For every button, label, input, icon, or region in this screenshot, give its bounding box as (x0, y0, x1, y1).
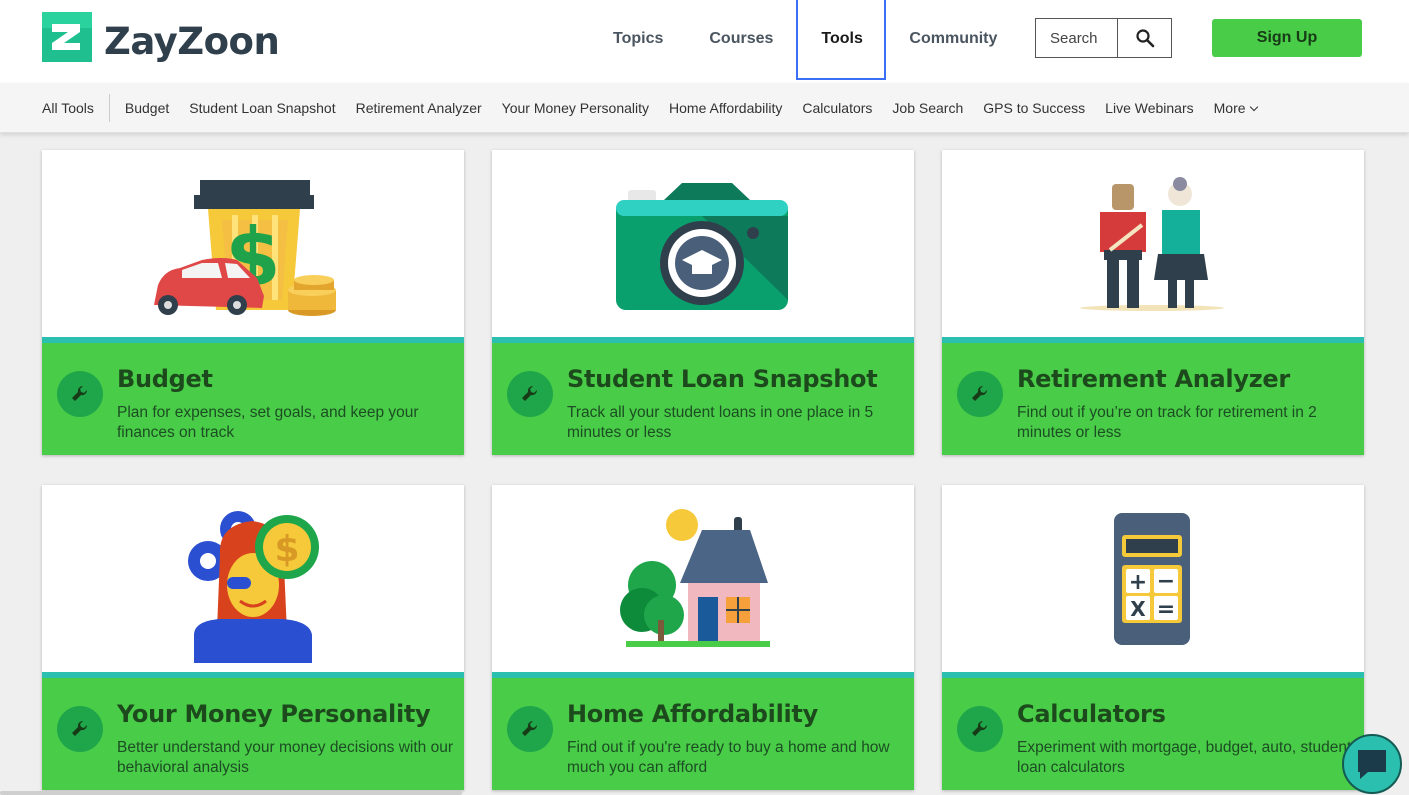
subnav-calculators[interactable]: Calculators (802, 100, 872, 116)
subnav-budget[interactable]: Budget (125, 100, 169, 116)
card-description: Find out if you're ready to buy a home a… (567, 739, 890, 776)
brand-name: ZayZoon (104, 20, 280, 63)
retirees-illustration (942, 150, 1364, 337)
wrench-icon (957, 706, 1003, 752)
search-button[interactable] (1118, 19, 1171, 57)
card-title: Home Affordability (567, 700, 818, 728)
card-description: Experiment with mortgage, budget, auto, … (1017, 739, 1352, 776)
tool-card-home-affordability[interactable]: Home Affordability Find out if you're re… (492, 485, 914, 790)
more-label: More (1213, 100, 1246, 116)
card-body: Budget Plan for expenses, set goals, and… (42, 343, 464, 455)
chat-button[interactable] (1342, 734, 1402, 794)
card-body: Calculators Experiment with mortgage, bu… (942, 678, 1364, 790)
subnav-job-search[interactable]: Job Search (892, 100, 963, 116)
wrench-icon (57, 371, 103, 417)
svg-text:$: $ (274, 529, 299, 570)
budget-illustration: $ (42, 150, 464, 337)
camera-illustration (492, 150, 914, 337)
subnav-money-personality[interactable]: Your Money Personality (502, 100, 649, 116)
house-illustration (492, 485, 914, 672)
card-body: Your Money Personality Better understand… (42, 678, 464, 790)
card-body: Retirement Analyzer Find out if you’re o… (942, 343, 1364, 455)
calculator-illustration: + − X = (942, 485, 1364, 672)
logo-mark-icon (42, 11, 92, 62)
subnav-more[interactable]: More (1213, 100, 1258, 116)
subnav-retirement-analyzer[interactable]: Retirement Analyzer (356, 100, 482, 116)
card-title: Calculators (1017, 700, 1166, 728)
card-body: Home Affordability Find out if you're re… (492, 678, 914, 790)
personality-illustration: $ (42, 485, 464, 672)
subnav-home-affordability[interactable]: Home Affordability (669, 100, 782, 116)
subnav-live-webinars[interactable]: Live Webinars (1105, 100, 1193, 116)
tool-card-retirement-analyzer[interactable]: Retirement Analyzer Find out if you’re o… (942, 150, 1364, 455)
nav-courses[interactable]: Courses (686, 0, 796, 80)
tool-card-calculators[interactable]: + − X = Calculators Experiment with mort… (942, 485, 1364, 790)
subnav-gps-to-success[interactable]: GPS to Success (983, 100, 1085, 116)
sign-up-button[interactable]: Sign Up (1212, 19, 1362, 57)
svg-text:+: + (1129, 570, 1147, 595)
horizontal-scrollbar[interactable] (0, 791, 462, 795)
card-title: Retirement Analyzer (1017, 365, 1290, 393)
nav-community[interactable]: Community (886, 0, 1020, 80)
card-title: Your Money Personality (117, 700, 431, 728)
subnav-student-loan-snapshot[interactable]: Student Loan Snapshot (189, 100, 335, 116)
search-icon (1135, 29, 1154, 48)
wrench-icon (57, 706, 103, 752)
nav-topics[interactable]: Topics (590, 0, 686, 80)
tools-subnav: All Tools Budget Student Loan Snapshot R… (0, 83, 1409, 133)
wrench-icon (507, 371, 553, 417)
svg-text:=: = (1157, 597, 1175, 622)
svg-text:−: − (1157, 569, 1175, 594)
main-nav: Topics Courses Tools Community (590, 0, 1020, 83)
search-box (1035, 18, 1172, 58)
card-description: Track all your student loans in one plac… (567, 404, 874, 441)
search-input[interactable] (1036, 19, 1118, 57)
card-description: Plan for expenses, set goals, and keep y… (117, 404, 419, 441)
brand-logo[interactable]: ZayZoon (42, 10, 280, 63)
chevron-down-icon (1249, 102, 1258, 112)
card-body: Student Loan Snapshot Track all your stu… (492, 343, 914, 455)
card-title: Student Loan Snapshot (567, 365, 878, 393)
tool-card-budget[interactable]: $ Budget Plan for expenses, set goals, a… (42, 150, 464, 455)
site-header: ZayZoon Topics Courses Tools Community S… (0, 0, 1409, 83)
card-description: Better understand your money decisions w… (117, 739, 454, 776)
card-description: Find out if you’re on track for retireme… (1017, 404, 1317, 441)
svg-text:X: X (1130, 597, 1146, 621)
wrench-icon (957, 371, 1003, 417)
tool-card-student-loan-snapshot[interactable]: Student Loan Snapshot Track all your stu… (492, 150, 914, 455)
chat-bubble-icon (1358, 750, 1386, 779)
tool-card-money-personality[interactable]: $ Your Money Personality Better understa… (42, 485, 464, 790)
nav-tools[interactable]: Tools (796, 0, 887, 80)
subnav-all-tools[interactable]: All Tools (42, 94, 110, 122)
card-title: Budget (117, 365, 213, 393)
wrench-icon (507, 706, 553, 752)
